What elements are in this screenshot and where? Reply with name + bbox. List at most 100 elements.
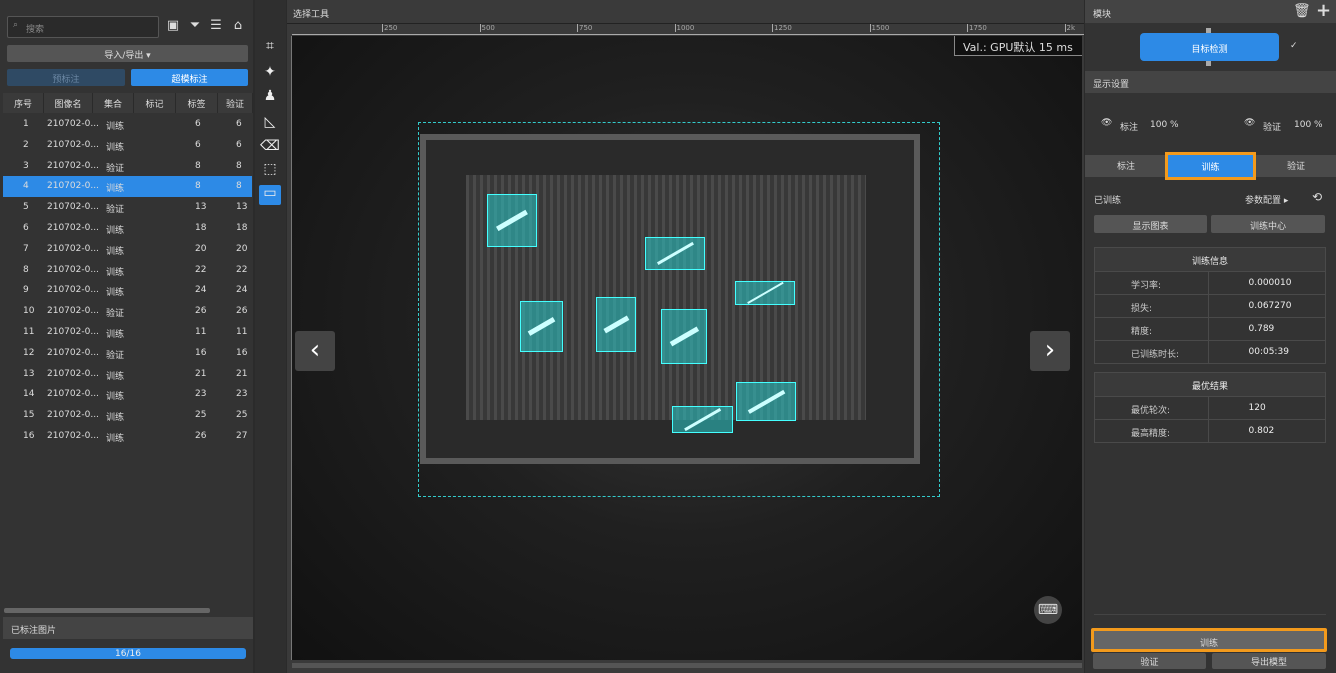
table-row[interactable]: 2 210702-0... 训练 6 6 bbox=[3, 135, 252, 156]
cell-name: 210702-0... bbox=[47, 327, 99, 337]
col-verify[interactable]: 验证 bbox=[218, 93, 253, 113]
cell-val: 20 bbox=[236, 243, 248, 254]
trained-label: 已训练 bbox=[1094, 196, 1122, 206]
col-labels[interactable]: 标签 bbox=[176, 93, 218, 113]
table-row[interactable]: 9 210702-0... 训练 24 24 bbox=[3, 280, 252, 301]
table-row[interactable]: 12 210702-0... 验证 16 16 bbox=[3, 343, 252, 364]
super-model-annotate-button[interactable]: 超模标注 bbox=[131, 69, 248, 86]
cell-tags: 16 bbox=[195, 347, 207, 358]
horizontal-scrollbar[interactable] bbox=[4, 608, 210, 613]
next-image-button[interactable]: › bbox=[1030, 331, 1070, 371]
col-mark[interactable]: 标记 bbox=[134, 93, 176, 113]
tab-annotate[interactable]: 标注 bbox=[1085, 159, 1167, 172]
table-row[interactable]: 13 210702-0... 训练 21 21 bbox=[3, 364, 252, 385]
detection-box[interactable] bbox=[736, 382, 796, 421]
col-image-name[interactable]: 图像名 bbox=[44, 93, 93, 113]
canvas-scrollbar[interactable] bbox=[292, 663, 1082, 668]
info-key: 已训练时长: bbox=[1131, 350, 1180, 360]
tab-verify[interactable]: 验证 bbox=[1256, 159, 1336, 172]
detection-box[interactable] bbox=[661, 309, 707, 364]
mask-tool-icon[interactable]: ◺ bbox=[259, 114, 281, 134]
info-row: 精度: 0.789 bbox=[1095, 317, 1325, 340]
eraser-icon[interactable]: ⌫ bbox=[259, 138, 281, 158]
table-row[interactable]: 3 210702-0... 验证 8 8 bbox=[3, 156, 252, 177]
search-input[interactable]: ⌕ 搜索 bbox=[7, 16, 159, 38]
show-chart-button[interactable]: 显示图表 bbox=[1094, 215, 1207, 233]
object-detection-module[interactable]: 目标检测 bbox=[1140, 33, 1279, 61]
detection-box[interactable] bbox=[520, 301, 563, 352]
cell-n: 12 bbox=[23, 347, 35, 358]
cell-val: 24 bbox=[236, 285, 248, 296]
polygon-tool-icon[interactable]: ⌗ bbox=[259, 38, 281, 58]
add-icon[interactable]: + bbox=[1316, 0, 1331, 21]
cell-n: 9 bbox=[23, 285, 29, 296]
table-row[interactable]: 10 210702-0... 验证 26 26 bbox=[3, 301, 252, 322]
table-row[interactable]: 5 210702-0... 验证 13 13 bbox=[3, 197, 252, 218]
train-button[interactable]: 训练 bbox=[1091, 628, 1327, 652]
detection-box[interactable] bbox=[672, 406, 733, 433]
pre-annotate-button[interactable]: 预标注 bbox=[7, 69, 125, 86]
table-row[interactable]: 11 210702-0... 训练 11 11 bbox=[3, 322, 252, 343]
cell-val: 16 bbox=[236, 347, 248, 358]
magic-wand-icon[interactable]: ✦ bbox=[259, 64, 281, 84]
detection-box[interactable] bbox=[487, 194, 537, 247]
import-export-button[interactable]: 导入/导出 ▾ bbox=[7, 45, 248, 62]
cell-name: 210702-0... bbox=[47, 181, 99, 192]
cell-val: 6 bbox=[236, 139, 242, 150]
cell-name: 210702-0... bbox=[47, 119, 99, 129]
cell-name: 210702-0... bbox=[47, 368, 99, 379]
verify-opacity[interactable]: 100 % bbox=[1294, 120, 1323, 130]
cell-tags: 18 bbox=[195, 223, 207, 233]
trash-icon[interactable]: 🗑 bbox=[1293, 3, 1311, 19]
list-icon[interactable]: ☰ bbox=[207, 18, 225, 34]
cell-set: 训练 bbox=[106, 122, 125, 132]
export-model-button[interactable]: 导出模型 bbox=[1212, 653, 1326, 669]
rect-select-icon[interactable]: ⬚ bbox=[259, 161, 281, 181]
ruler-tick-label: 250 bbox=[382, 24, 398, 32]
previous-image-button[interactable]: ‹ bbox=[295, 331, 335, 371]
table-row[interactable]: 8 210702-0... 训练 22 22 bbox=[3, 260, 252, 281]
keyboard-icon[interactable]: ⌨ bbox=[1034, 596, 1062, 624]
cell-val: 27 bbox=[236, 431, 248, 441]
image-settings-icon[interactable]: ▣ bbox=[164, 18, 182, 34]
verify-button[interactable]: 验证 bbox=[1093, 653, 1206, 669]
filter-icon[interactable]: ⏷ bbox=[186, 18, 204, 34]
info-value: 0.789 bbox=[1207, 318, 1326, 340]
best-key: 最高精度: bbox=[1131, 429, 1171, 439]
info-row: 损失: 0.067270 bbox=[1095, 294, 1325, 317]
cell-tags: 22 bbox=[195, 264, 207, 275]
cell-set: 训练 bbox=[106, 371, 125, 382]
col-set[interactable]: 集合 bbox=[93, 93, 134, 113]
param-config-button[interactable]: 参数配置 ▸ bbox=[1245, 193, 1288, 206]
cell-tags: 8 bbox=[195, 160, 201, 171]
table-row[interactable]: 4 210702-0... 训练 8 8 bbox=[3, 176, 252, 198]
cell-val: 8 bbox=[236, 181, 242, 192]
cell-val: 23 bbox=[236, 389, 248, 400]
col-index[interactable]: 序号 bbox=[3, 93, 44, 113]
cell-name: 210702-0... bbox=[47, 139, 99, 150]
ruler-tick-label: 750 bbox=[577, 24, 593, 32]
cell-n: 11 bbox=[23, 327, 35, 337]
annot-opacity[interactable]: 100 % bbox=[1150, 120, 1179, 130]
cell-tags: 24 bbox=[195, 285, 207, 296]
cell-tags: 6 bbox=[195, 119, 201, 129]
table-row[interactable]: 15 210702-0... 训练 25 25 bbox=[3, 405, 252, 426]
table-row[interactable]: 6 210702-0... 训练 18 18 bbox=[3, 218, 252, 239]
table-row[interactable]: 1 210702-0... 训练 6 6 bbox=[3, 114, 252, 135]
layout-icon[interactable]: ⌂ bbox=[229, 18, 247, 34]
image-viewer[interactable]: ‹ › ⌨ Val.: GPU默认 15 ms bbox=[292, 36, 1082, 660]
detection-box[interactable] bbox=[735, 281, 795, 305]
tab-train[interactable]: 训练 bbox=[1165, 152, 1256, 180]
stamp-icon[interactable]: ♟ bbox=[259, 88, 281, 108]
history-icon[interactable]: ⟲ bbox=[1312, 190, 1322, 204]
train-center-button[interactable]: 训练中心 bbox=[1211, 215, 1325, 233]
box-annotate-icon[interactable]: ▭ bbox=[259, 185, 281, 205]
detection-box[interactable] bbox=[645, 237, 705, 270]
eye-annot-icon[interactable]: 👁 bbox=[1101, 118, 1112, 128]
table-row[interactable]: 16 210702-0... 训练 26 27 bbox=[3, 426, 252, 447]
table-row[interactable]: 7 210702-0... 训练 20 20 bbox=[3, 239, 252, 260]
eye-verify-icon[interactable]: 👁 bbox=[1244, 118, 1255, 128]
table-row[interactable]: 14 210702-0... 训练 23 23 bbox=[3, 384, 252, 405]
best-key: 最优轮次: bbox=[1131, 406, 1171, 416]
detection-box[interactable] bbox=[596, 297, 636, 352]
